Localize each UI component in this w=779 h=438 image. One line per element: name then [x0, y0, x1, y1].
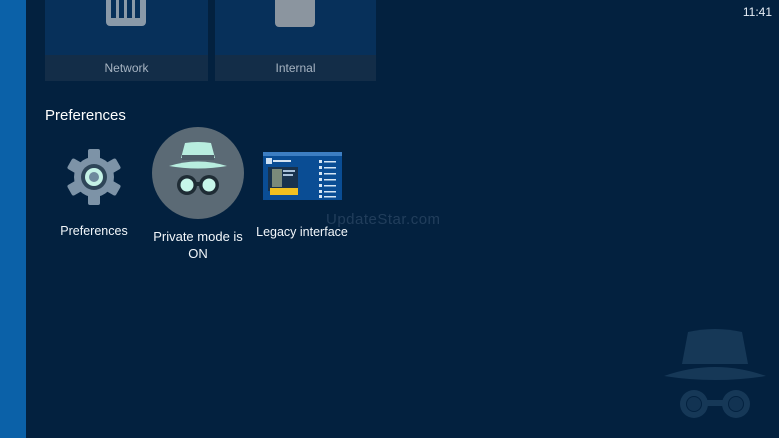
status-clock: 11:41 [742, 5, 772, 19]
watermark-text: UpdateStar.com [326, 211, 441, 228]
left-accent-bar [0, 0, 26, 438]
incognito-icon [152, 127, 244, 219]
incognito-background-icon [664, 329, 766, 418]
network-storage-icon [106, 0, 146, 26]
private-mode-item[interactable]: Private mode is ON [148, 126, 248, 262]
preferences-item[interactable]: Preferences [54, 126, 134, 240]
private-mode-label-line1: Private mode is [153, 229, 243, 244]
preferences-section-title: Preferences [45, 107, 126, 124]
network-tile-label: Network [45, 55, 208, 81]
preferences-item-label: Preferences [60, 224, 128, 238]
gear-icon [67, 149, 121, 205]
network-tile[interactable]: Network [45, 0, 208, 81]
legacy-interface-thumbnail [262, 152, 342, 200]
internal-tile[interactable]: Internal [215, 0, 376, 81]
internal-tile-label: Internal [215, 55, 376, 81]
private-mode-label-line2: ON [188, 246, 208, 261]
internal-storage-icon [275, 0, 315, 27]
